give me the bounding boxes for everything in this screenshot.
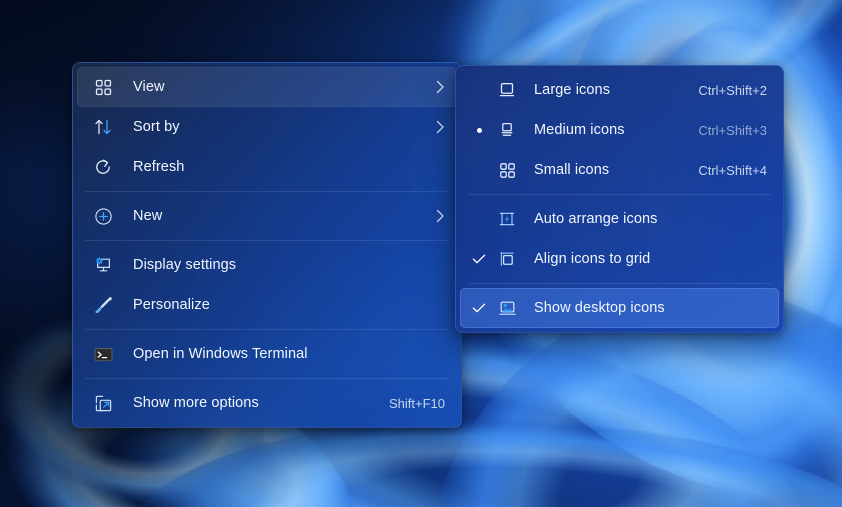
menu-item-label: Display settings bbox=[133, 256, 237, 273]
submenu-item-label: Auto arrange icons bbox=[534, 210, 658, 227]
show-desktop-icons-icon bbox=[492, 299, 522, 317]
grid-icon bbox=[87, 79, 119, 96]
menu-item-label: New bbox=[133, 207, 163, 224]
menu-item-new[interactable]: New bbox=[77, 196, 457, 236]
menu-separator bbox=[85, 378, 449, 379]
submenu-item-label: Large icons bbox=[534, 81, 611, 98]
plus-circle-icon bbox=[87, 207, 119, 226]
view-submenu[interactable]: Large icons Ctrl+Shift+2 Medium icons Ct… bbox=[455, 65, 784, 333]
menu-item-label: View bbox=[133, 78, 165, 95]
submenu-item-label: Medium icons bbox=[534, 121, 625, 138]
menu-item-accelerator: Shift+F10 bbox=[388, 395, 445, 411]
desktop-background[interactable]: View Sort by Refresh New Display setting… bbox=[0, 0, 842, 507]
checkmark-icon bbox=[466, 302, 492, 314]
refresh-icon bbox=[87, 158, 119, 176]
auto-arrange-icon bbox=[492, 210, 522, 228]
submenu-item-align-icons-to-grid[interactable]: Align icons to grid bbox=[460, 239, 779, 279]
terminal-icon bbox=[87, 346, 119, 363]
menu-item-personalize[interactable]: Personalize bbox=[77, 285, 457, 325]
menu-item-label: Show more options bbox=[133, 394, 259, 411]
menu-item-label: Open in Windows Terminal bbox=[133, 345, 308, 362]
menu-item-open-in-windows-terminal[interactable]: Open in Windows Terminal bbox=[77, 334, 457, 374]
radio-dot-icon bbox=[466, 127, 492, 133]
desktop-context-menu[interactable]: View Sort by Refresh New Display setting… bbox=[72, 62, 462, 428]
submenu-item-large-icons[interactable]: Large icons Ctrl+Shift+2 bbox=[460, 70, 779, 110]
sort-arrows-icon bbox=[87, 118, 119, 136]
small-icon-size-icon bbox=[492, 162, 522, 179]
menu-separator bbox=[85, 329, 449, 330]
menu-item-label: Sort by bbox=[133, 118, 180, 135]
submenu-separator bbox=[468, 194, 771, 195]
submenu-item-auto-arrange-icons[interactable]: Auto arrange icons bbox=[460, 199, 779, 239]
submenu-item-accelerator: Ctrl+Shift+2 bbox=[698, 82, 767, 98]
menu-item-view[interactable]: View bbox=[77, 67, 457, 107]
menu-item-label: Personalize bbox=[133, 296, 210, 313]
menu-item-display-settings[interactable]: Display settings bbox=[77, 245, 457, 285]
submenu-item-accelerator: Ctrl+Shift+4 bbox=[698, 162, 767, 178]
monitor-gear-icon bbox=[87, 256, 119, 275]
checkmark-icon bbox=[466, 253, 492, 265]
submenu-item-medium-icons[interactable]: Medium icons Ctrl+Shift+3 bbox=[460, 110, 779, 150]
submenu-item-label: Align icons to grid bbox=[534, 250, 651, 267]
menu-item-sort-by[interactable]: Sort by bbox=[77, 107, 457, 147]
menu-item-show-more-options[interactable]: Show more options Shift+F10 bbox=[77, 383, 457, 423]
menu-separator bbox=[85, 240, 449, 241]
align-grid-icon bbox=[492, 250, 522, 268]
menu-separator bbox=[85, 191, 449, 192]
chevron-right-icon bbox=[436, 120, 457, 134]
submenu-item-label: Show desktop icons bbox=[534, 299, 665, 316]
submenu-item-small-icons[interactable]: Small icons Ctrl+Shift+4 bbox=[460, 150, 779, 190]
menu-item-refresh[interactable]: Refresh bbox=[77, 147, 457, 187]
medium-icon-size-icon bbox=[492, 121, 522, 139]
external-window-icon bbox=[87, 394, 119, 413]
submenu-item-show-desktop-icons[interactable]: Show desktop icons bbox=[460, 288, 779, 328]
submenu-item-accelerator: Ctrl+Shift+3 bbox=[698, 122, 767, 138]
paintbrush-icon bbox=[87, 296, 119, 315]
large-icon-size-icon bbox=[492, 81, 522, 99]
chevron-right-icon bbox=[436, 80, 457, 94]
chevron-right-icon bbox=[436, 209, 457, 223]
submenu-item-label: Small icons bbox=[534, 161, 610, 178]
menu-item-label: Refresh bbox=[133, 158, 185, 175]
submenu-separator bbox=[468, 283, 771, 284]
